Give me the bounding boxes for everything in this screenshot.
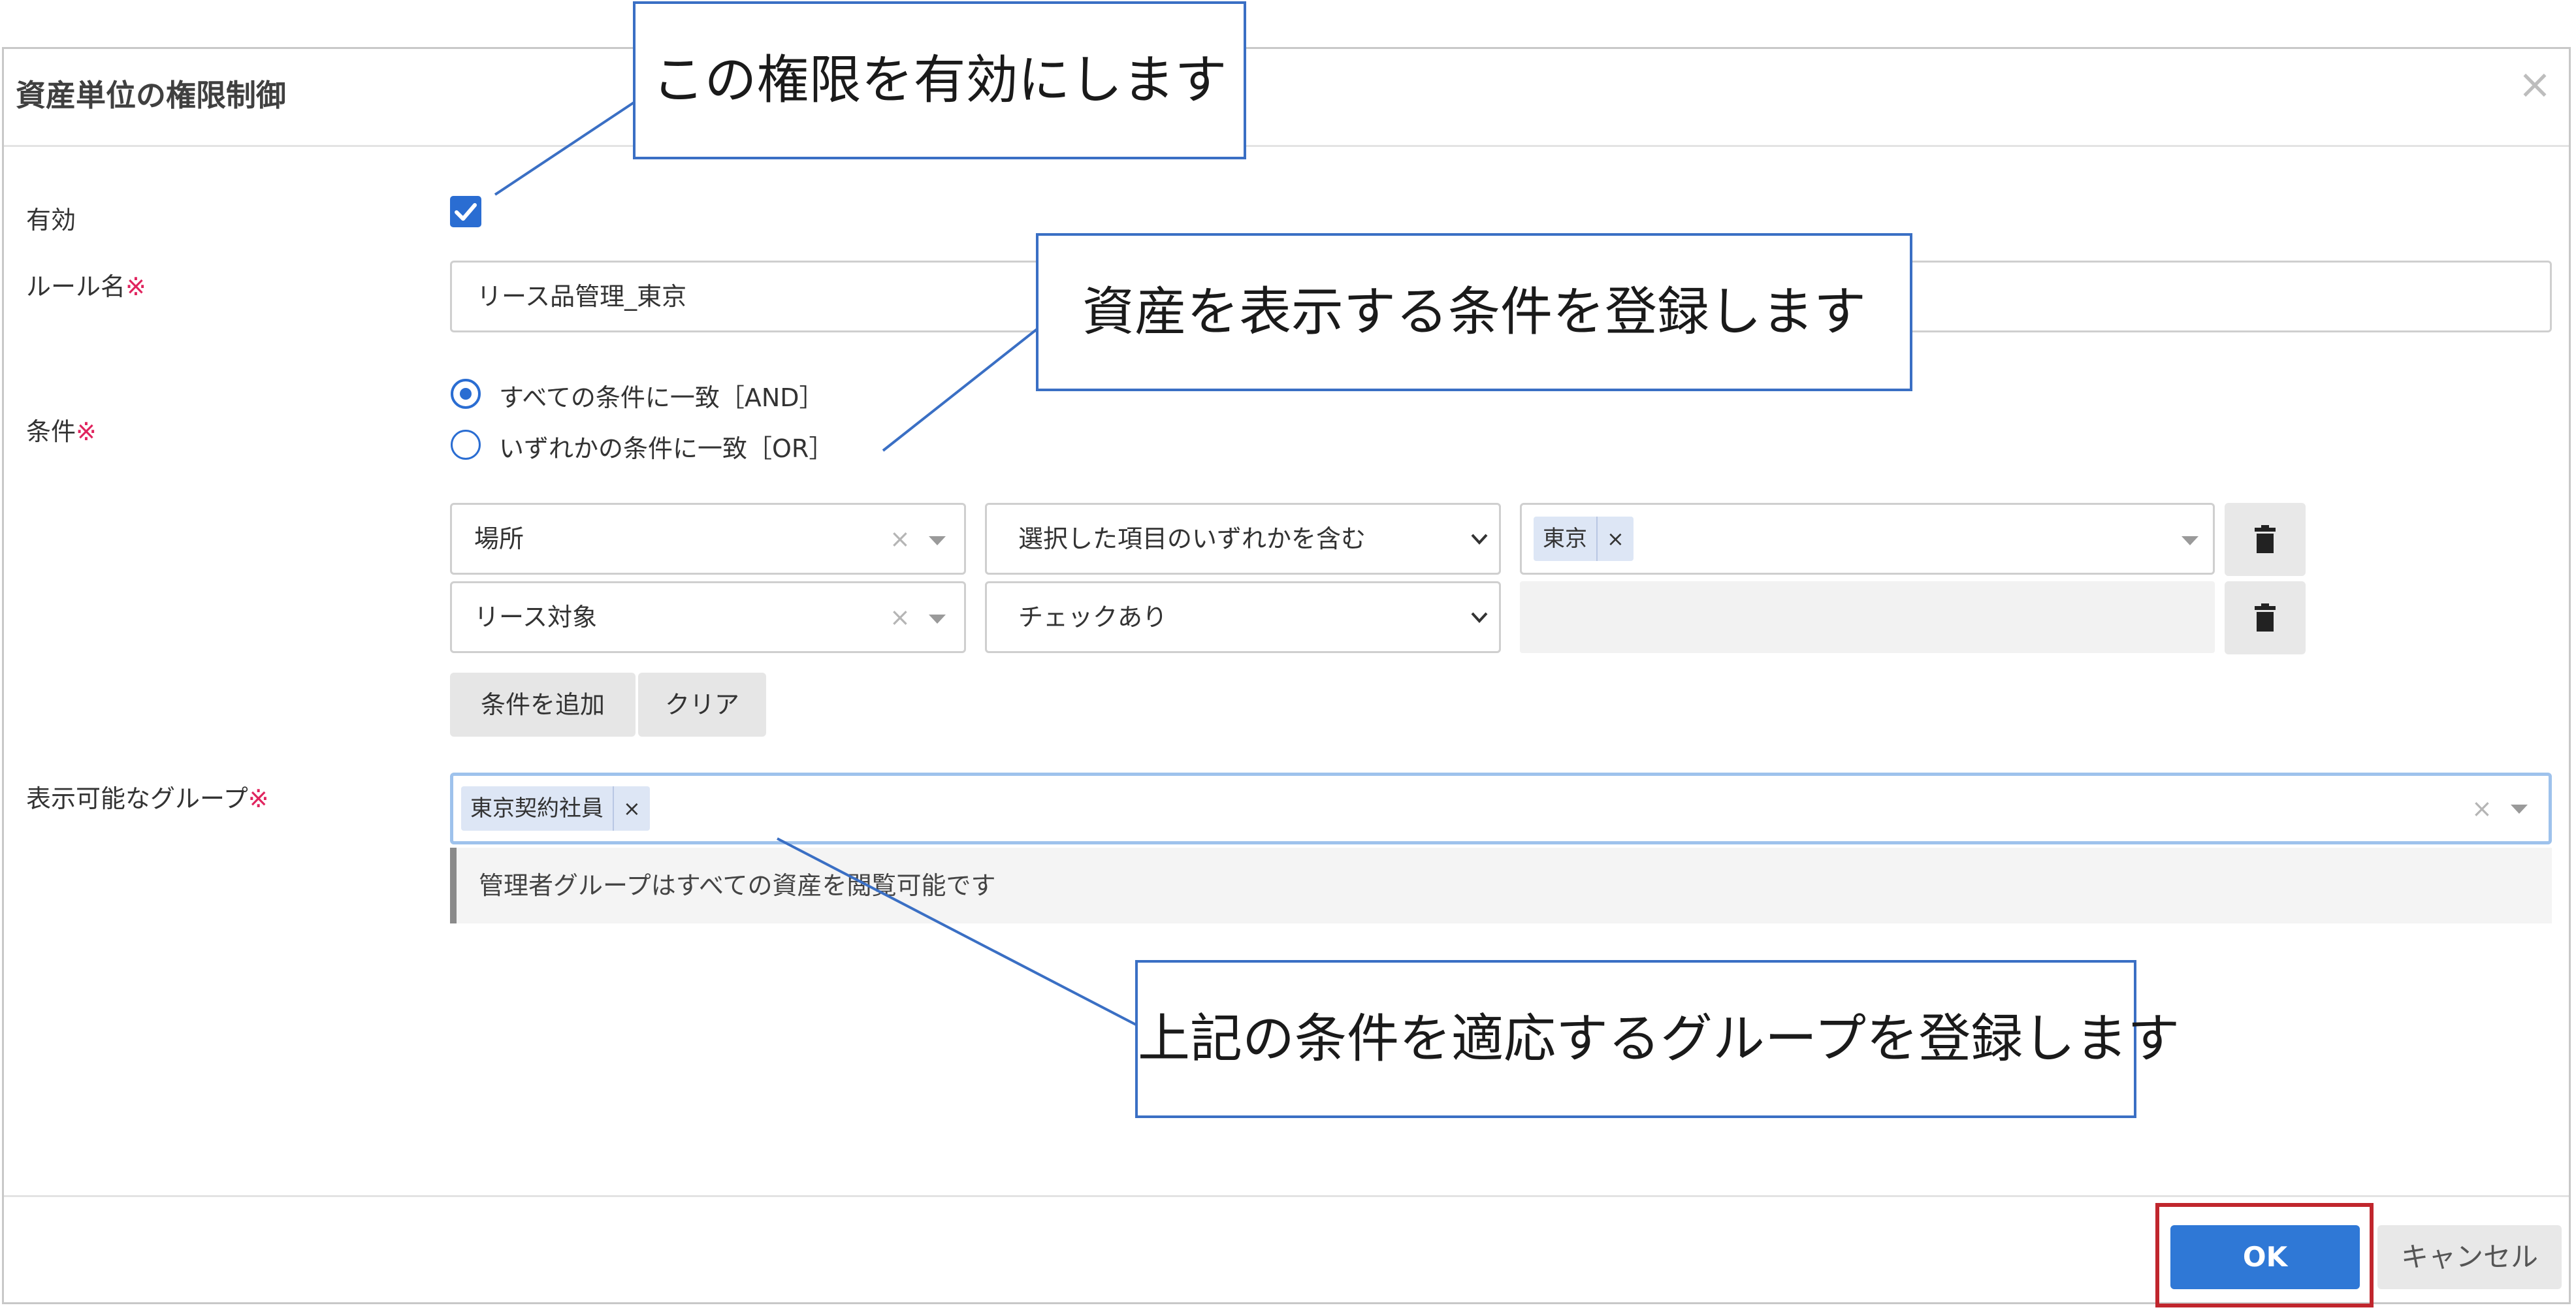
callout-enable: この権限を有効にします <box>633 1 1246 159</box>
callout-groups: 上記の条件を適応するグループを登録します <box>1135 960 2180 1118</box>
callout-conditions: 資産を表示する条件を登録します <box>1036 233 1912 391</box>
